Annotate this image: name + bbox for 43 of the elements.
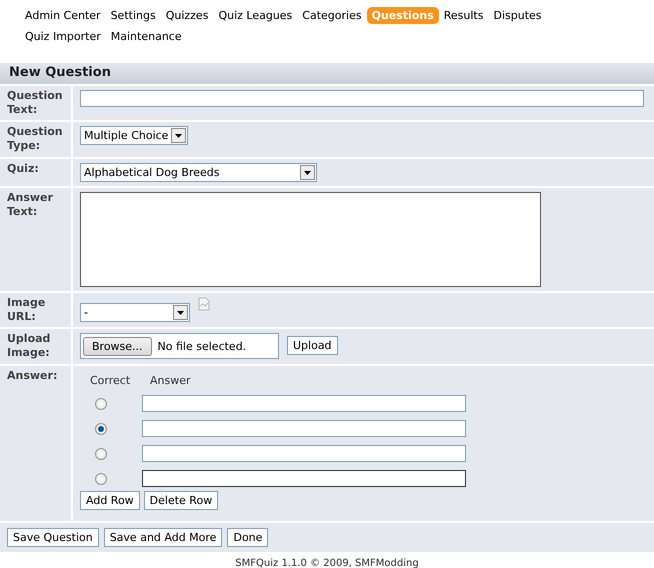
field-label: Quiz: <box>0 159 73 186</box>
nav-tab[interactable]: Results <box>438 7 488 24</box>
answer-field[interactable] <box>142 395 466 412</box>
dropdown[interactable]: Alphabetical Dog Breeds <box>80 163 317 182</box>
nav-tab[interactable]: Admin Center <box>20 7 106 24</box>
footer-text: SMFQuiz 1.1.0 © 2009, SMFModding <box>235 558 419 568</box>
row-button[interactable]: Add Row <box>80 491 140 510</box>
answer-text-area[interactable] <box>80 192 541 287</box>
row-button[interactable]: Delete Row <box>144 491 218 510</box>
correct-radio[interactable] <box>95 398 107 410</box>
broken-image-icon <box>198 297 210 311</box>
dropdown[interactable]: - <box>80 303 190 322</box>
question-text-field[interactable] <box>80 90 644 107</box>
action-button[interactable]: Save Question <box>7 528 99 547</box>
field-label: Answer Text: <box>0 188 73 291</box>
field-label: Question Text: <box>0 86 73 120</box>
nav-tab[interactable]: Categories <box>297 7 367 24</box>
nav-tab[interactable]: Settings <box>106 7 161 24</box>
correct-radio[interactable] <box>95 448 107 460</box>
correct-radio[interactable] <box>95 422 107 434</box>
answer-field[interactable] <box>142 470 466 487</box>
action-button[interactable]: Save and Add More <box>104 528 222 547</box>
correct-radio[interactable] <box>95 472 107 484</box>
field-label: Answer: <box>0 366 73 521</box>
browse-button[interactable]: Browse... <box>83 336 152 356</box>
dropdown[interactable]: Multiple Choice <box>80 126 188 145</box>
file-status: No file selected. <box>158 340 246 352</box>
file-input[interactable]: Browse... No file selected. <box>80 333 279 359</box>
answer-field[interactable] <box>142 445 466 462</box>
nav-tab[interactable]: Disputes <box>488 7 547 24</box>
column-header: Correct <box>89 374 132 387</box>
nav-tab[interactable]: Quizzes <box>160 7 214 24</box>
nav-tab[interactable]: Maintenance <box>106 28 187 45</box>
nav-tab[interactable]: Quiz Importer <box>20 28 106 45</box>
nav-tab[interactable]: Quiz Leagues <box>213 7 298 24</box>
field-label: Image URL: <box>0 293 73 327</box>
upload-button[interactable]: Upload <box>287 336 338 355</box>
column-header: Answer <box>149 374 192 387</box>
action-button[interactable]: Done <box>227 528 268 547</box>
field-label: Question Type: <box>0 122 73 157</box>
field-label: Upload Image: <box>0 329 73 364</box>
answer-field[interactable] <box>142 420 466 437</box>
panel-title: New Question <box>0 63 654 84</box>
